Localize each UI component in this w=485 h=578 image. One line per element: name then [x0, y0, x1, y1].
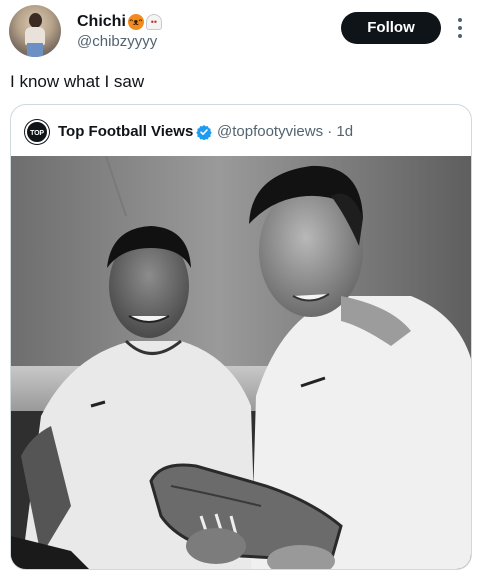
follow-button[interactable]: Follow	[341, 12, 441, 44]
quoted-post-photo[interactable]	[11, 156, 471, 569]
avatar-figure-head	[29, 13, 42, 28]
more-options-icon[interactable]	[452, 14, 468, 42]
author-avatar[interactable]	[9, 5, 61, 57]
quoted-post-header: TOP Top Football Views @topfootyviews · …	[11, 105, 471, 157]
avatar-figure-legs	[27, 43, 43, 57]
author-handle[interactable]: @chibzyyyy	[77, 32, 157, 52]
ghost-icon: ••	[145, 14, 162, 30]
quoted-author-avatar[interactable]: TOP	[25, 120, 49, 144]
verified-badge-icon	[196, 125, 212, 140]
post-header: Chichi ᵔᴥᵔ •• @chibzyyyy Follow	[0, 0, 485, 64]
quoted-author-name[interactable]: Top Football Views	[58, 122, 193, 142]
author-display-name[interactable]: Chichi	[77, 12, 126, 32]
quoted-author-handle-time[interactable]: @topfootyviews · 1d	[217, 122, 353, 142]
post-text: I know what I saw	[10, 72, 145, 91]
quoted-post-card[interactable]: TOP Top Football Views @topfootyviews · …	[10, 104, 472, 570]
jack-o-lantern-icon: ᵔᴥᵔ	[127, 14, 144, 30]
photo-illustration	[11, 156, 471, 569]
author-name-row[interactable]: Chichi ᵔᴥᵔ ••	[77, 12, 162, 32]
